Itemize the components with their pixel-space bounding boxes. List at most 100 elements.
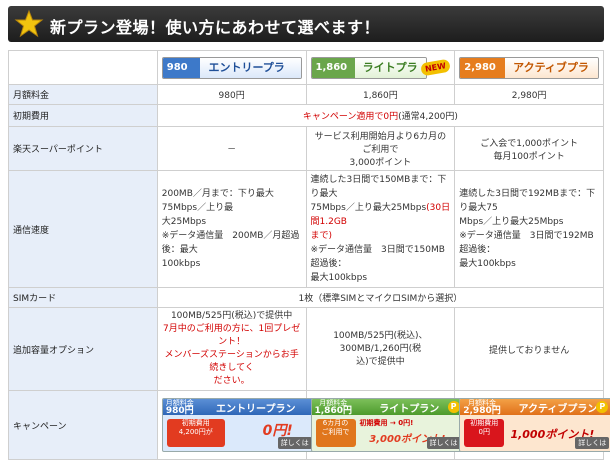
- cell-monthly-entry: 980円: [156, 84, 307, 105]
- row-label: 追加容量オプション: [8, 307, 158, 391]
- header-banner: 新プラン登場！使い方にあわせて選べます！: [8, 6, 604, 42]
- points-line: 毎月100ポイント: [493, 151, 565, 162]
- campaign-plan-name: アクティブプラン: [518, 403, 598, 415]
- row-points: 楽天スーパーポイント － サービス利用開始月より6カ月のご利用で 3,000ポイ…: [8, 126, 604, 171]
- page: 新プラン登場！使い方にあわせて選べます！ 980円 エントリープラン 1,860…: [0, 0, 610, 460]
- speed-line: 大25Mbps: [161, 217, 207, 227]
- plan-price: 1,860円: [311, 57, 355, 78]
- details-button[interactable]: 詳しくは: [277, 437, 312, 449]
- left-line: 0円: [478, 428, 490, 436]
- plan-header-row: 980円 エントリープラン 1,860円 ライトプラン NEW 2,: [8, 50, 604, 85]
- left-line: 4,200円が: [178, 428, 213, 436]
- star-icon: [14, 9, 44, 38]
- cell-sim-all: 1枚（標準SIMとマイクロSIMから選択）: [156, 287, 605, 308]
- campaign-body: 初期費用 0円 1,000ポイント! 詳しくは: [460, 416, 610, 451]
- speed-line: ※データ通信量 3日間で192MB超過後：: [459, 231, 594, 255]
- campaign-mini-label: 月額料金 980円: [163, 399, 197, 416]
- speed-text: 75Mbps／上り最大25Mbps: [310, 203, 427, 213]
- speed-line: 最大100kbps: [310, 273, 368, 283]
- campaign-left-box: 初期費用 4,200円が: [166, 419, 225, 447]
- speed-line: 100kbps: [161, 259, 201, 269]
- campaign-body: 6カ月の ご利用で 初期費用 → 0円! 3,000ポイント! 詳しくは: [312, 416, 464, 451]
- campaign-header: 月額料金 1,860円 ライトプラン P: [311, 399, 464, 416]
- campaign-plan-name: エントリープラン: [216, 403, 296, 415]
- left-line: 初期費用: [181, 419, 210, 427]
- cell-campaign-active: 月額料金 2,980円 アクティブプラン P 初期費用 0円 1,000ポイント!…: [454, 390, 610, 460]
- cell-monthly-lite: 1,860円: [305, 84, 456, 105]
- speed-line: まで): [310, 231, 333, 241]
- details-button[interactable]: 詳しくは: [426, 437, 461, 449]
- speed-line: 75Mbps／上り最大25Mbps(30日間1.2GB: [311, 201, 451, 229]
- points-line: 3,000ポイント: [349, 158, 412, 168]
- speed-line: 最大100kbps: [459, 259, 516, 269]
- normal-price: (通常4,200円): [398, 112, 458, 122]
- speed-line: ※データ通信量 200MB／月超過後：最大: [161, 231, 300, 255]
- speed-line: Mbps／上り最大25Mbps: [459, 217, 564, 227]
- option-line: 込)で提供中: [356, 356, 405, 367]
- left-line: 初期費用: [470, 419, 499, 427]
- cell-speed-active: 連続した3日間で192MBまで：下り最大75 Mbps／上り最大25Mbps ※…: [454, 170, 604, 288]
- plan-comparison-table: 980円 エントリープラン 1,860円 ライトプラン NEW 2,: [8, 50, 610, 460]
- zero-price: 0円: [383, 112, 399, 122]
- speed-line: ※データ通信量 3日間で150MB超過後：: [310, 245, 445, 269]
- campaign-price: 980円: [165, 406, 194, 416]
- plan-tag-active[interactable]: 2,980円 アクティブプラン: [459, 56, 599, 79]
- left-line: ご利用で: [321, 428, 350, 436]
- campaign-price: 2,980円: [463, 406, 501, 416]
- speed-line: 連続した3日間で192MBまで：下り最大75: [459, 189, 596, 213]
- cell-campaign-entry: 月額料金 980円 エントリープラン 初期費用 4,200円が 0円! 詳しくは: [156, 390, 316, 460]
- cell-points-entry: －: [156, 126, 307, 171]
- row-label: 楽天スーパーポイント: [8, 126, 158, 171]
- plan-price: 2,980円: [460, 57, 506, 78]
- cell-option-lite: 100MB/525円(税込)、300MB/1,260円(税 込)で提供中: [305, 307, 456, 391]
- speed-line: 連続した3日間で150MBまで：下り最大: [310, 175, 447, 199]
- plan-tag-lite[interactable]: 1,860円 ライトプラン: [310, 56, 428, 79]
- row-label: SIMカード: [8, 287, 158, 308]
- campaign-header: 月額料金 2,980円 アクティブプラン P: [460, 399, 610, 416]
- option-line: 7月中のご利用の方に、1回プレゼント！: [163, 324, 301, 347]
- campaign-price: 1,860円: [314, 406, 352, 416]
- campaign-body: 初期費用 4,200円が 0円! 詳しくは: [163, 416, 315, 451]
- option-line: ださい。: [213, 376, 250, 386]
- row-label: 通信速度: [8, 170, 158, 288]
- banner-title: 新プラン登場！使い方にあわせて選べます！: [50, 18, 381, 37]
- points-line: サービス利用開始月より6カ月のご利用で: [314, 132, 447, 155]
- cell-points-active: ご入会で1,000ポイント 毎月100ポイント: [454, 126, 604, 171]
- campaign-left-box: 6カ月の ご利用で: [315, 419, 356, 447]
- campaign-mini-label: 月額料金 1,860円: [312, 399, 355, 416]
- plan-header-lite[interactable]: 1,860円 ライトプラン NEW: [305, 50, 456, 85]
- row-monthly: 月額料金 980円 1,860円 2,980円: [8, 84, 604, 105]
- cell-speed-entry: 200MB／月まで：下り最大75Mbps／上り最 大25Mbps ※データ通信量…: [156, 170, 307, 288]
- campaign-banner-active[interactable]: 月額料金 2,980円 アクティブプラン P 初期費用 0円 1,000ポイント!…: [459, 398, 610, 452]
- plan-price: 980円: [162, 57, 201, 78]
- campaign-mini-label: 月額料金 2,980円: [460, 399, 503, 416]
- campaign-banner-lite[interactable]: 月額料金 1,860円 ライトプラン P 6カ月の ご利用で 初期費用 → 0円!…: [310, 398, 465, 452]
- option-line: 100MB/525円(税込)、300MB/1,260円(税: [333, 330, 428, 354]
- details-button[interactable]: 詳しくは: [575, 437, 610, 449]
- points-line: ご入会で1,000ポイント: [480, 138, 578, 149]
- left-line: 6カ月の: [322, 419, 349, 427]
- header-empty-cell: [8, 50, 158, 85]
- row-label: 初期費用: [8, 104, 158, 127]
- plan-name: アクティブプラン: [505, 57, 598, 78]
- row-speed: 通信速度 200MB／月まで：下り最大75Mbps／上り最 大25Mbps ※デ…: [8, 170, 604, 288]
- plan-header-entry[interactable]: 980円 エントリープラン: [156, 50, 307, 85]
- campaign-banner-entry[interactable]: 月額料金 980円 エントリープラン 初期費用 4,200円が 0円! 詳しくは: [161, 398, 316, 452]
- cell-monthly-active: 2,980円: [454, 84, 604, 105]
- plan-header-active[interactable]: 2,980円 アクティブプラン: [454, 50, 604, 85]
- cell-option-entry: 100MB/525円(税込)で提供中 7月中のご利用の方に、1回プレゼント！ メ…: [156, 307, 307, 391]
- point-coin-icon: P: [447, 401, 460, 413]
- plan-name: ライトプラン: [354, 57, 427, 78]
- plan-name: エントリープラン: [200, 57, 301, 78]
- row-campaign: キャンペーン 月額料金 980円 エントリープラン 初期費用 4,200円が 0円…: [8, 390, 610, 460]
- option-line: 100MB/525円(税込)で提供中: [170, 311, 293, 321]
- row-label: キャンペーン: [8, 390, 158, 460]
- row-initial: 初期費用 キャンペーン適用で0円(通常4,200円): [8, 104, 605, 127]
- campaign-left-box: 初期費用 0円: [464, 419, 505, 447]
- campaign-top-right: 初期費用 → 0円!: [359, 419, 414, 427]
- cell-campaign-lite: 月額料金 1,860円 ライトプラン P 6カ月の ご利用で 初期費用 → 0円!…: [305, 390, 465, 460]
- campaign-text: キャンペーン適用で: [302, 112, 384, 122]
- plan-tag-entry[interactable]: 980円 エントリープラン: [161, 56, 302, 79]
- cell-speed-lite: 連続した3日間で150MBまで：下り最大 75Mbps／上り最大25Mbps(3…: [305, 170, 456, 288]
- cell-points-lite: サービス利用開始月より6カ月のご利用で 3,000ポイント: [305, 126, 456, 171]
